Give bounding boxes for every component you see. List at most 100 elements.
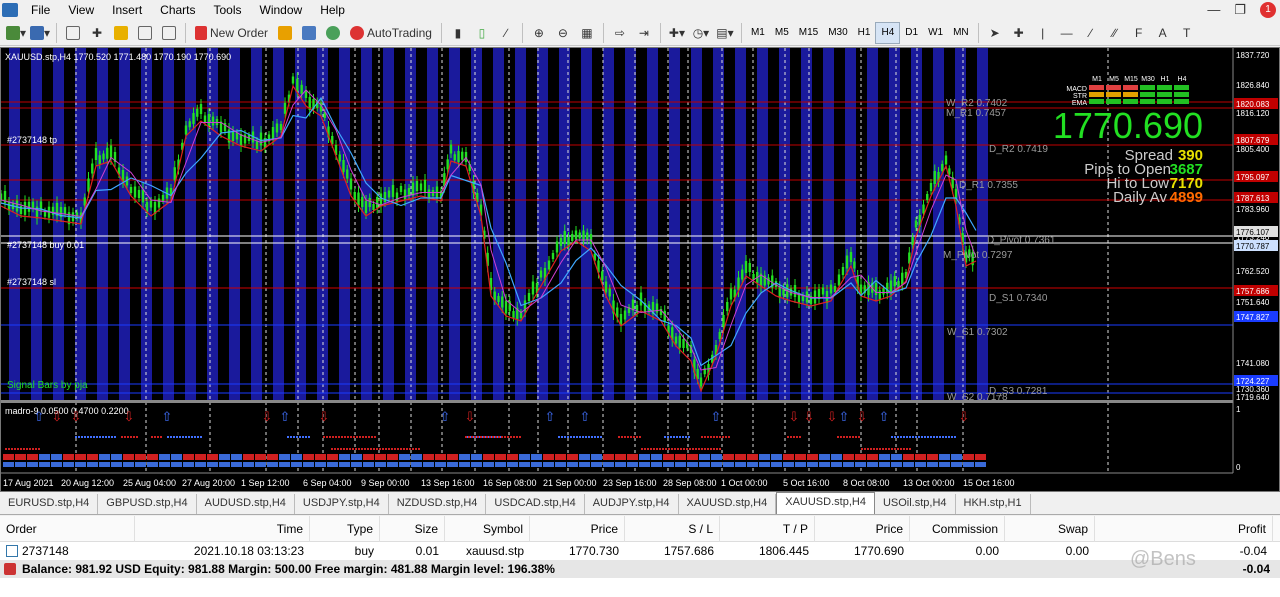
signal-bar: [975, 462, 986, 467]
signal-bar: [507, 454, 518, 460]
tab-nzdusd-stp-h4[interactable]: NZDUSD.stp,H4: [389, 494, 487, 514]
table-row[interactable]: 2737148 2021.10.18 03:13:23 buy 0.01 xauusd.…: [0, 542, 1280, 560]
timeframe-m30[interactable]: M30: [823, 22, 852, 44]
signal-bar: [603, 454, 614, 460]
meta-editor-icon[interactable]: [274, 22, 296, 44]
candle-body: [748, 263, 751, 272]
signal-bar: [915, 454, 926, 460]
minimize-icon[interactable]: —: [1207, 2, 1220, 18]
signal-bar: [783, 462, 794, 467]
col-header-order[interactable]: Order: [0, 515, 135, 542]
chart-window[interactable]: XAUUSD.stp,H4 1770.520 1771.480 1770.190…: [0, 47, 1280, 492]
periods-icon[interactable]: ◷▾: [690, 22, 712, 44]
candle-body: [604, 281, 608, 293]
col-header-price[interactable]: Price: [530, 515, 625, 542]
menu-charts[interactable]: Charts: [151, 0, 204, 20]
cursor-icon[interactable]: ➤: [984, 22, 1006, 44]
templates-icon[interactable]: ▤▾: [714, 22, 736, 44]
candlestick-icon[interactable]: ▯: [471, 22, 493, 44]
menu-view[interactable]: View: [59, 0, 103, 20]
candle-body: [364, 201, 368, 213]
crosshair-icon[interactable]: ✚: [1008, 22, 1030, 44]
menu-file[interactable]: File: [22, 0, 59, 20]
signal-dot: [20, 448, 22, 450]
col-header-price[interactable]: Price: [815, 515, 910, 542]
text-icon[interactable]: A: [1152, 22, 1174, 44]
signals-icon[interactable]: [298, 22, 320, 44]
zoom-in-icon[interactable]: ⊕: [528, 22, 550, 44]
candle-body: [211, 116, 215, 126]
channel-icon[interactable]: ∕∕: [1104, 22, 1126, 44]
col-header-t-p[interactable]: T / P: [720, 515, 815, 542]
signal-dot: [335, 436, 337, 438]
signal-bar: [615, 462, 626, 467]
tab-gbpusd-stp-h4[interactable]: GBPUSD.stp,H4: [98, 494, 197, 514]
market-watch-icon[interactable]: [62, 22, 84, 44]
chart-shift-icon[interactable]: ⇥: [633, 22, 655, 44]
indicators-icon[interactable]: ✚▾: [666, 22, 688, 44]
col-header-commission[interactable]: Commission: [910, 515, 1005, 542]
timeframe-m5[interactable]: M5: [770, 22, 794, 44]
label-icon[interactable]: T: [1176, 22, 1198, 44]
tab-audusd-stp-h4[interactable]: AUDUSD.stp,H4: [197, 494, 295, 514]
col-header-size[interactable]: Size: [380, 515, 445, 542]
menu-tools[interactable]: Tools: [205, 0, 251, 20]
col-header-swap[interactable]: Swap: [1005, 515, 1095, 542]
chart-canvas[interactable]: XAUUSD.stp,H4 1770.520 1771.480 1770.190…: [1, 48, 1279, 491]
data-window-icon[interactable]: ✚: [86, 22, 108, 44]
horizontal-line-icon[interactable]: —: [1056, 22, 1078, 44]
candle-body: [383, 192, 387, 202]
signal-dot: [639, 436, 641, 438]
col-header-symbol[interactable]: Symbol: [445, 515, 530, 542]
trendline-icon[interactable]: ∕: [1080, 22, 1102, 44]
menu-window[interactable]: Window: [251, 0, 312, 20]
col-header-s-l[interactable]: S / L: [625, 515, 720, 542]
tab-usdcad-stp-h4[interactable]: USDCAD.stp,H4: [486, 494, 585, 514]
signal-bar: [399, 462, 410, 467]
candle-body: [357, 192, 360, 206]
tab-usoil-stp-h4[interactable]: USOil.stp,H4: [875, 494, 956, 514]
new-chart-icon[interactable]: ▾: [5, 22, 27, 44]
timeframe-h4[interactable]: H4: [875, 21, 901, 44]
new-order-button[interactable]: New Order: [191, 22, 272, 44]
tab-eurusd-stp-h4[interactable]: EURUSD.stp,H4: [0, 494, 99, 514]
signal-dot: [157, 436, 159, 438]
zoom-out-icon[interactable]: ⊖: [552, 22, 574, 44]
autotrading-button[interactable]: AutoTrading: [346, 22, 436, 44]
profiles-icon[interactable]: ▾: [29, 22, 51, 44]
tab-xauusd-stp-h4[interactable]: XAUUSD.stp,H4: [679, 494, 777, 514]
notification-icon[interactable]: 1: [1260, 2, 1276, 18]
market-icon[interactable]: [322, 22, 344, 44]
timeframe-w1[interactable]: W1: [923, 22, 948, 44]
bar-chart-icon[interactable]: ▮: [447, 22, 469, 44]
strategy-tester-icon[interactable]: [158, 22, 180, 44]
timeframe-d1[interactable]: D1: [900, 22, 923, 44]
signal-dot: [349, 448, 351, 450]
col-header-type[interactable]: Type: [310, 515, 380, 542]
signal-bar: [351, 462, 362, 467]
timeframe-h1[interactable]: H1: [853, 22, 876, 44]
signal-dot: [188, 436, 190, 438]
vertical-line-icon[interactable]: |: [1032, 22, 1054, 44]
line-chart-icon[interactable]: ∕: [495, 22, 517, 44]
tab-usdjpy-stp-h4[interactable]: USDJPY.stp,H4: [295, 494, 389, 514]
terminal-icon[interactable]: [134, 22, 156, 44]
restore-icon[interactable]: ❐: [1234, 2, 1246, 18]
candle-body: [102, 153, 105, 160]
tab-audjpy-stp-h4[interactable]: AUDJPY.stp,H4: [585, 494, 679, 514]
timeframe-m1[interactable]: M1: [746, 22, 770, 44]
menu-help[interactable]: Help: [311, 0, 354, 20]
timeframe-m15[interactable]: M15: [794, 22, 823, 44]
tab-xauusd-stp-h4[interactable]: XAUUSD.stp,H4: [776, 492, 875, 514]
fibonacci-icon[interactable]: F: [1128, 22, 1150, 44]
tile-windows-icon[interactable]: ▦: [576, 22, 598, 44]
menu-insert[interactable]: Insert: [103, 0, 151, 20]
autoscroll-icon[interactable]: ⇨: [609, 22, 631, 44]
tab-hkh-stp-h1[interactable]: HKH.stp,H1: [956, 494, 1031, 514]
col-header-profit[interactable]: Profit: [1095, 515, 1273, 542]
signal-dot: [689, 448, 691, 450]
candle-body: [718, 332, 721, 339]
navigator-icon[interactable]: [110, 22, 132, 44]
col-header-time[interactable]: Time: [135, 515, 310, 542]
timeframe-mn[interactable]: MN: [948, 22, 974, 44]
